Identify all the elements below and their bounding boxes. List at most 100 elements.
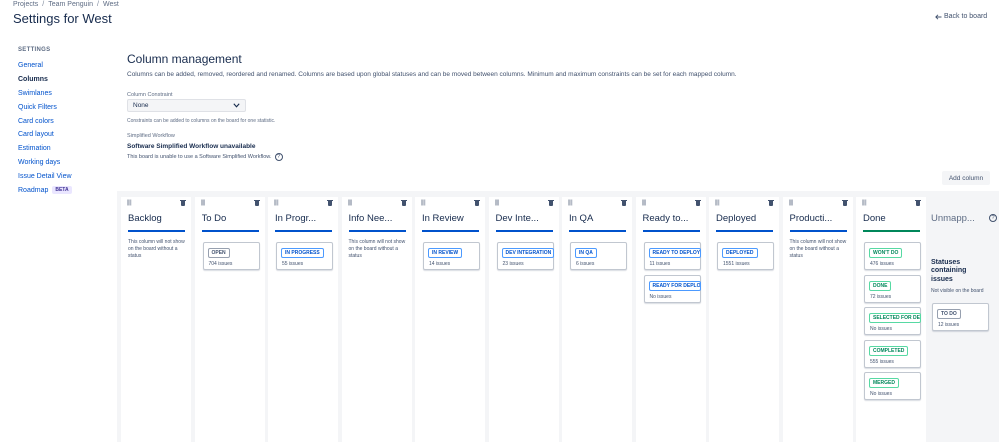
status-card[interactable]: DEV INTEGRATION 23 issues xyxy=(496,242,554,270)
unmapped-heading: Statuses containing issues xyxy=(931,259,967,283)
sidebar-item-general[interactable]: General xyxy=(18,59,118,73)
help-icon[interactable]: ? xyxy=(989,214,997,222)
status-card[interactable]: READY FOR DEPLOY No issues xyxy=(643,274,701,303)
column-title[interactable]: Ready to... xyxy=(643,213,705,224)
drag-handle-icon[interactable]: |||| xyxy=(789,200,794,206)
status-lozenge: DEPLOYED xyxy=(722,248,758,258)
sidebar-heading: SETTINGS xyxy=(18,47,51,53)
unmapped-subtext: Not visible on the board xyxy=(931,288,984,294)
status-lozenge: IN QA xyxy=(575,248,597,258)
board-column[interactable]: |||| In Review IN REVIEW 14 issues xyxy=(415,197,485,442)
sidebar-item-estimation[interactable]: Estimation xyxy=(18,142,118,156)
sidebar-item-roadmap[interactable]: Roadmap BETA xyxy=(18,183,118,197)
workflow-title: Software Simplified Workflow unavailable xyxy=(127,143,256,150)
board-column[interactable]: |||| Backlog This column will not show on … xyxy=(121,197,191,442)
help-icon[interactable]: ? xyxy=(274,153,283,161)
column-category-bar xyxy=(863,230,920,232)
drag-handle-icon[interactable]: |||| xyxy=(421,200,426,206)
breadcrumb-team[interactable]: Team Penguin xyxy=(48,1,93,8)
board-column[interactable]: |||| Done WON'T DO 476 issues DONE 72 issues S… xyxy=(856,197,926,442)
status-lozenge: OPEN xyxy=(207,248,230,258)
sidebar-item-card-colors[interactable]: Card colors xyxy=(18,114,118,128)
sidebar-item-card-layout[interactable]: Card layout xyxy=(18,128,118,142)
sidebar-item-working-days[interactable]: Working days xyxy=(18,156,118,170)
drag-handle-icon[interactable]: |||| xyxy=(568,200,573,206)
column-title[interactable]: To Do xyxy=(202,213,264,224)
add-column-button[interactable]: Add column xyxy=(942,171,990,185)
board-column[interactable]: |||| In QA IN QA 6 issues xyxy=(562,197,632,442)
trash-icon[interactable] xyxy=(180,199,186,206)
column-title[interactable]: In Review xyxy=(422,213,484,224)
issue-count: 555 issues xyxy=(870,358,894,365)
drag-handle-icon[interactable]: |||| xyxy=(274,200,279,206)
breadcrumb-board[interactable]: West xyxy=(103,1,119,8)
trash-icon[interactable] xyxy=(253,199,260,206)
status-card[interactable]: COMPLETED 555 issues xyxy=(864,339,921,368)
sidebar-item-swimlanes[interactable]: Swimlanes xyxy=(18,87,118,101)
drag-handle-icon[interactable]: |||| xyxy=(715,200,720,206)
column-title[interactable]: Dev Inte... xyxy=(496,213,558,224)
settings-sidebar: SETTINGS General Columns Swimlanes Quick Fi… xyxy=(18,47,118,197)
board-column[interactable]: |||| To Do OPEN 704 issues xyxy=(194,197,265,442)
breadcrumb-projects[interactable]: Projects xyxy=(13,1,38,8)
status-card[interactable]: MERGED No issues xyxy=(864,372,921,400)
drag-handle-icon[interactable]: |||| xyxy=(127,200,132,206)
board-column[interactable]: |||| In Progr... IN PROGRESS 55 issues xyxy=(268,197,338,442)
column-title[interactable]: Producti... xyxy=(790,213,852,224)
status-card[interactable]: WON'T DO 476 issues xyxy=(864,242,921,270)
status-card[interactable]: IN PROGRESS 55 issues xyxy=(276,242,333,270)
column-empty-note: This column will not show on the board w… xyxy=(789,239,847,259)
column-title[interactable]: Done xyxy=(863,213,925,224)
column-title[interactable]: In Progr... xyxy=(275,213,337,224)
board-column[interactable]: |||| Deployed DEPLOYED 1551 issues xyxy=(709,197,779,442)
section-title: Column management xyxy=(127,52,242,66)
sidebar-item-label: Card layout xyxy=(18,131,54,139)
drag-handle-icon[interactable]: |||| xyxy=(862,200,867,206)
issue-count: 55 issues xyxy=(282,261,304,267)
status-card[interactable]: IN QA 6 issues xyxy=(570,242,627,270)
drag-handle-icon[interactable]: |||| xyxy=(642,200,647,206)
trash-icon[interactable] xyxy=(768,199,774,206)
column-title[interactable]: Info Nee... xyxy=(349,213,411,224)
status-card[interactable]: READY TO DEPLOY 11 issues xyxy=(643,242,701,270)
column-constraint-select[interactable]: None xyxy=(127,99,246,112)
status-card[interactable]: DONE 72 issues xyxy=(864,274,921,303)
column-title[interactable]: Deployed xyxy=(716,213,778,224)
column-title[interactable]: Backlog xyxy=(128,213,190,224)
status-card[interactable]: TO DO 12 issues xyxy=(932,303,989,331)
sidebar-item-columns[interactable]: Columns xyxy=(18,73,118,87)
status-card[interactable]: IN REVIEW 14 issues xyxy=(423,242,480,270)
sidebar-item-quick-filters[interactable]: Quick Filters xyxy=(18,100,118,114)
status-card[interactable]: OPEN 704 issues xyxy=(202,242,260,270)
board-column[interactable]: |||| Producti... This column will not show… xyxy=(782,197,853,442)
back-to-board-link[interactable]: Back to board xyxy=(935,13,987,20)
column-empty-note: This column will not show on the board w… xyxy=(348,239,406,259)
board-column[interactable]: |||| Ready to... READY TO DEPLOY 11 issues R… xyxy=(635,197,706,442)
status-lozenge: SELECTED FOR DEVELOPMENT xyxy=(869,313,921,323)
drag-handle-icon[interactable]: |||| xyxy=(348,200,353,206)
column-constraint-label: Column Constraint xyxy=(127,92,173,98)
status-card[interactable]: DEPLOYED 1551 issues xyxy=(717,242,774,270)
trash-icon[interactable] xyxy=(474,199,480,206)
status-lozenge: IN PROGRESS xyxy=(281,248,324,258)
drag-handle-icon[interactable]: |||| xyxy=(201,200,206,206)
column-category-bar xyxy=(275,230,332,232)
workflow-text-label: This board is unable to use a Software S… xyxy=(127,154,272,160)
trash-icon[interactable] xyxy=(621,199,627,206)
trash-icon[interactable] xyxy=(915,199,921,206)
sidebar-item-issue-detail-view[interactable]: Issue Detail View xyxy=(18,169,118,183)
trash-icon[interactable] xyxy=(327,199,333,206)
trash-icon[interactable] xyxy=(547,199,554,206)
column-category-bar xyxy=(642,230,700,232)
trash-icon[interactable] xyxy=(400,199,407,206)
issue-count: 72 issues xyxy=(870,293,892,300)
status-card[interactable]: SELECTED FOR DEVELOPMENT No issues xyxy=(864,307,921,335)
board-column[interactable]: |||| Info Nee... This column will not show… xyxy=(341,197,412,442)
arrow-left-icon xyxy=(935,13,942,20)
trash-icon[interactable] xyxy=(841,199,848,206)
column-title[interactable]: In QA xyxy=(569,213,631,224)
sidebar-item-label: Estimation xyxy=(18,145,51,153)
drag-handle-icon[interactable]: |||| xyxy=(495,200,500,206)
board-column[interactable]: |||| Dev Inte... DEV INTEGRATION 23 issues xyxy=(488,197,559,442)
trash-icon[interactable] xyxy=(694,199,701,206)
